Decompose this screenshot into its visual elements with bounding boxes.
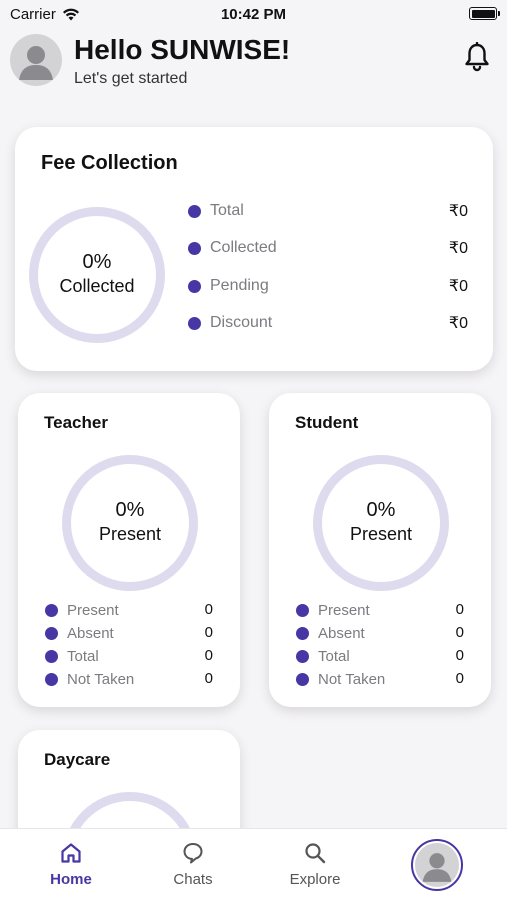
legend-label: Present (67, 601, 119, 619)
legend-label: Present (318, 601, 370, 619)
card-title: Teacher (44, 413, 108, 432)
tab-label: Chats (173, 871, 213, 888)
tab-label: Home (50, 871, 92, 888)
legend-label: Absent (318, 624, 365, 642)
student-progress-ring: 0% Present (313, 455, 449, 591)
legend-value: 0 (455, 670, 464, 687)
bell-icon[interactable] (463, 42, 491, 72)
legend-item: Total 0 (296, 646, 464, 666)
legend-item: Not Taken 0 (45, 669, 213, 689)
progress-percent: 0% (82, 251, 112, 273)
search-icon (305, 843, 326, 864)
legend-value: 0 (455, 647, 464, 664)
tab-home[interactable]: Home (21, 829, 121, 900)
legend-dot (45, 603, 58, 617)
progress-label: Collected (59, 276, 135, 296)
legend-value: 0 (204, 624, 213, 641)
person-icon (422, 853, 452, 882)
person-icon (19, 46, 53, 80)
legend-label: Not Taken (67, 670, 135, 688)
legend-value: ₹0 (448, 240, 468, 257)
teacher-attendance-card[interactable]: Teacher 0% Present Present 0 Absent 0 To… (18, 393, 240, 707)
legend-dot (45, 626, 58, 640)
legend-label: Collected (210, 239, 277, 256)
legend-label: Discount (210, 314, 273, 331)
legend-dot (296, 672, 309, 686)
legend-label: Not Taken (318, 670, 386, 688)
legend-item: Absent 0 (45, 623, 213, 643)
legend-dot (45, 672, 58, 686)
legend-item: Not Taken 0 (296, 669, 464, 689)
status-bar: Carrier 10:42 PM (0, 0, 507, 28)
progress-label: Present (349, 524, 413, 544)
fee-progress-ring: 0% Collected (29, 207, 165, 343)
greeting-title: Hello SUNWISE! (74, 34, 291, 65)
legend-value: ₹0 (448, 278, 468, 295)
legend-item: Total 0 (45, 646, 213, 666)
legend-item: Discount ₹0 (188, 311, 468, 335)
progress-percent: 0% (366, 499, 396, 521)
legend-value: 0 (455, 601, 464, 618)
legend-label: Total (318, 647, 350, 665)
chat-icon (183, 843, 203, 864)
bottom-tab-bar: Home Chats Explore (0, 828, 507, 900)
progress-label: Present (98, 524, 162, 544)
header: Hello SUNWISE! Let's get started (10, 32, 497, 88)
clock: 10:42 PM (220, 6, 287, 23)
legend-dot (188, 316, 201, 330)
legend-dot (188, 241, 201, 255)
legend-value: 0 (455, 624, 464, 641)
legend-dot (188, 204, 201, 218)
legend-value: 0 (204, 670, 213, 687)
tab-label: Explore (289, 871, 341, 888)
avatar[interactable] (10, 34, 62, 86)
avatar (415, 843, 459, 887)
legend-value: ₹0 (448, 315, 468, 332)
legend-item: Present 0 (45, 600, 213, 620)
legend-item: Collected ₹0 (188, 236, 468, 260)
progress-percent: 0% (115, 499, 145, 521)
legend-dot (296, 603, 309, 617)
legend-label: Pending (210, 277, 269, 294)
legend-value: 0 (204, 601, 213, 618)
teacher-progress-ring: 0% Present (62, 455, 198, 591)
tab-explore[interactable]: Explore (265, 829, 365, 900)
legend-item: Pending ₹0 (188, 274, 468, 298)
student-attendance-card[interactable]: Student 0% Present Present 0 Absent 0 To… (269, 393, 491, 707)
battery-icon (469, 7, 500, 20)
greeting-subtitle: Let's get started (74, 70, 188, 87)
tab-profile[interactable] (411, 839, 463, 891)
fee-collection-card[interactable]: Fee Collection 0% Collected Total ₹0 Col… (15, 127, 493, 371)
legend-dot (296, 649, 309, 663)
legend-item: Present 0 (296, 600, 464, 620)
legend-dot (296, 626, 309, 640)
card-title: Daycare (44, 750, 111, 769)
home-icon (61, 843, 81, 863)
legend-value: ₹0 (448, 203, 468, 220)
legend-label: Total (67, 647, 99, 665)
tab-chats[interactable]: Chats (143, 829, 243, 900)
legend-label: Total (210, 202, 244, 219)
card-title: Student (295, 413, 359, 432)
legend-dot (45, 649, 58, 663)
legend-label: Absent (67, 624, 114, 642)
legend-item: Total ₹0 (188, 199, 468, 223)
card-title: Fee Collection (41, 152, 178, 174)
legend-dot (188, 279, 201, 293)
legend-item: Absent 0 (296, 623, 464, 643)
legend-value: 0 (204, 647, 213, 664)
